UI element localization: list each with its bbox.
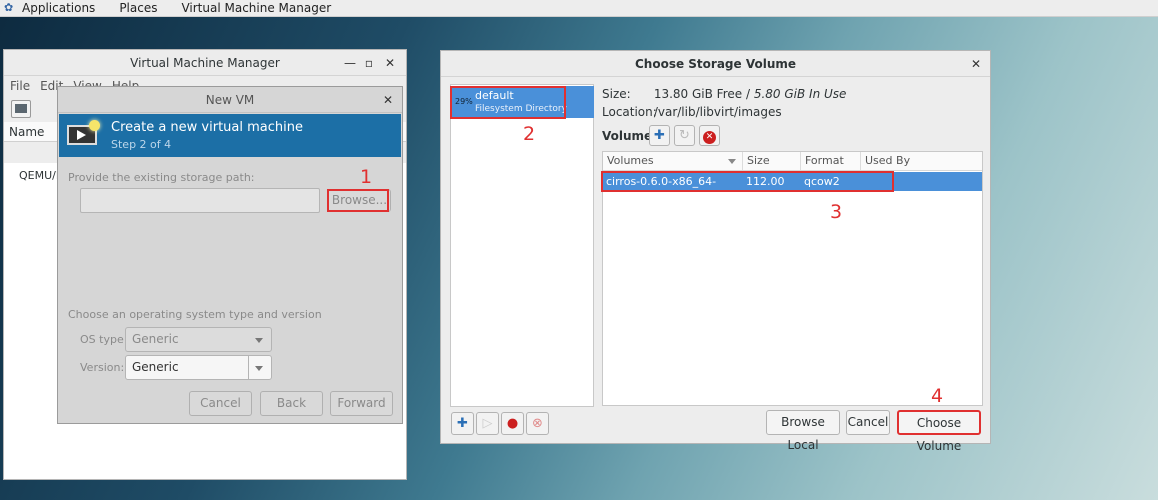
back-button[interactable]: Back xyxy=(260,391,323,416)
volume-size: 112.00 MiB xyxy=(746,175,785,207)
volume-table: Volumes Size Format Used By cirros-0.6.0… xyxy=(602,151,983,406)
sort-down-icon xyxy=(728,159,736,164)
new-vm-title: New VM xyxy=(205,92,255,107)
chevron-down-icon xyxy=(255,338,263,343)
cancel-button[interactable]: Cancel xyxy=(846,410,890,435)
volume-used-by xyxy=(861,172,982,191)
minimize-icon[interactable]: — xyxy=(342,55,358,71)
top-panel: ✿ Applications Places Virtual Machine Ma… xyxy=(0,0,1158,17)
applications-menu[interactable]: Applications xyxy=(22,1,95,15)
taskbar-vmm[interactable]: Virtual Machine Manager xyxy=(181,1,331,15)
col-used-by[interactable]: Used By xyxy=(861,152,982,170)
os-heading: Choose an operating system type and vers… xyxy=(68,308,322,321)
close-icon[interactable]: ✕ xyxy=(380,92,396,108)
maximize-icon[interactable]: ▫ xyxy=(361,55,377,71)
table-row[interactable]: cirros-0.6.0-x86_64-disk.img 112.00 MiB … xyxy=(603,172,982,207)
csv-titlebar[interactable]: Choose Storage Volume ✕ xyxy=(441,51,990,77)
chevron-down-icon[interactable] xyxy=(255,366,263,371)
size-free: 13.80 GiB Free / xyxy=(653,87,754,101)
col-size[interactable]: Size xyxy=(743,152,801,170)
pool-name: default xyxy=(475,89,514,102)
vmm-titlebar[interactable]: Virtual Machine Manager — ▫ ✕ xyxy=(4,50,406,76)
volume-table-header: Volumes Size Format Used By xyxy=(603,152,982,171)
col-format[interactable]: Format xyxy=(801,152,861,170)
version-value: Generic xyxy=(132,360,179,374)
location-value: /var/lib/libvirt/images xyxy=(653,105,782,119)
cancel-button[interactable]: Cancel xyxy=(189,391,252,416)
menu-file[interactable]: File xyxy=(10,79,30,93)
os-type-label: OS type: xyxy=(80,333,128,346)
annotation-label-1: 1 xyxy=(360,166,373,188)
places-menu[interactable]: Places xyxy=(119,1,157,15)
os-type-value: Generic xyxy=(132,332,179,346)
new-vm-titlebar[interactable]: New VM ✕ xyxy=(58,87,402,113)
annotation-label-3: 3 xyxy=(830,201,843,223)
annotation-label-4: 4 xyxy=(931,385,944,407)
version-combo[interactable]: Generic xyxy=(125,355,272,380)
delete-pool-icon[interactable]: ⊗ xyxy=(526,412,549,435)
start-pool-icon[interactable]: ▷ xyxy=(476,412,499,435)
csv-title: Choose Storage Volume xyxy=(634,56,796,71)
vmm-title: Virtual Machine Manager xyxy=(130,55,280,70)
location-label: Location: xyxy=(602,105,657,119)
annotation-label-2: 2 xyxy=(523,123,536,145)
pool-usage-percent: 29% xyxy=(455,97,473,106)
wizard-banner: Create a new virtual machine Step 2 of 4 xyxy=(59,114,401,157)
close-icon[interactable]: ✕ xyxy=(382,55,398,71)
size-in-use: 5.80 GiB In Use xyxy=(753,87,847,101)
add-pool-icon[interactable]: ✚ xyxy=(451,412,474,435)
stop-pool-icon[interactable]: ● xyxy=(501,412,524,435)
wizard-step: Step 2 of 4 xyxy=(111,138,172,151)
pool-size: Size: 13.80 GiB Free / 5.80 GiB In Use xyxy=(602,87,846,101)
browse-button[interactable]: Browse... xyxy=(328,189,391,212)
close-icon[interactable]: ✕ xyxy=(968,56,984,72)
volume-format: qcow2 xyxy=(804,175,840,188)
storage-pool-list: 29% default Filesystem Directory xyxy=(450,84,594,407)
storage-path-label: Provide the existing storage path: xyxy=(68,171,255,184)
add-volume-icon[interactable]: ✚ xyxy=(649,125,670,146)
pool-type: Filesystem Directory xyxy=(475,104,567,114)
browse-local-button[interactable]: Browse Local xyxy=(766,410,840,452)
new-vm-monitor-icon xyxy=(67,119,101,149)
new-vm-dialog: New VM ✕ Create a new virtual machine St… xyxy=(57,86,403,424)
os-type-select[interactable]: Generic xyxy=(125,327,272,352)
volume-name: cirros-0.6.0-x86_64-disk.img xyxy=(606,175,717,207)
choose-volume-button[interactable]: Choose Volume xyxy=(897,410,981,453)
forward-button[interactable]: Forward xyxy=(330,391,393,416)
col-volumes[interactable]: Volumes xyxy=(603,152,743,170)
storage-path-input[interactable] xyxy=(80,188,320,213)
delete-volume-icon[interactable]: ✕ xyxy=(699,125,720,146)
pool-item-default[interactable]: 29% default Filesystem Directory xyxy=(452,86,594,118)
size-label: Size: xyxy=(602,87,631,101)
wizard-heading: Create a new virtual machine xyxy=(111,120,303,135)
refresh-icon[interactable]: ↻ xyxy=(674,125,695,146)
gnome-foot-icon: ✿ xyxy=(4,1,14,14)
pool-location: Location: /var/lib/libvirt/images xyxy=(602,105,782,119)
choose-storage-volume-dialog: Choose Storage Volume ✕ 29% default File… xyxy=(440,50,991,453)
version-label: Version: xyxy=(80,361,125,374)
new-vm-icon[interactable] xyxy=(11,100,31,118)
